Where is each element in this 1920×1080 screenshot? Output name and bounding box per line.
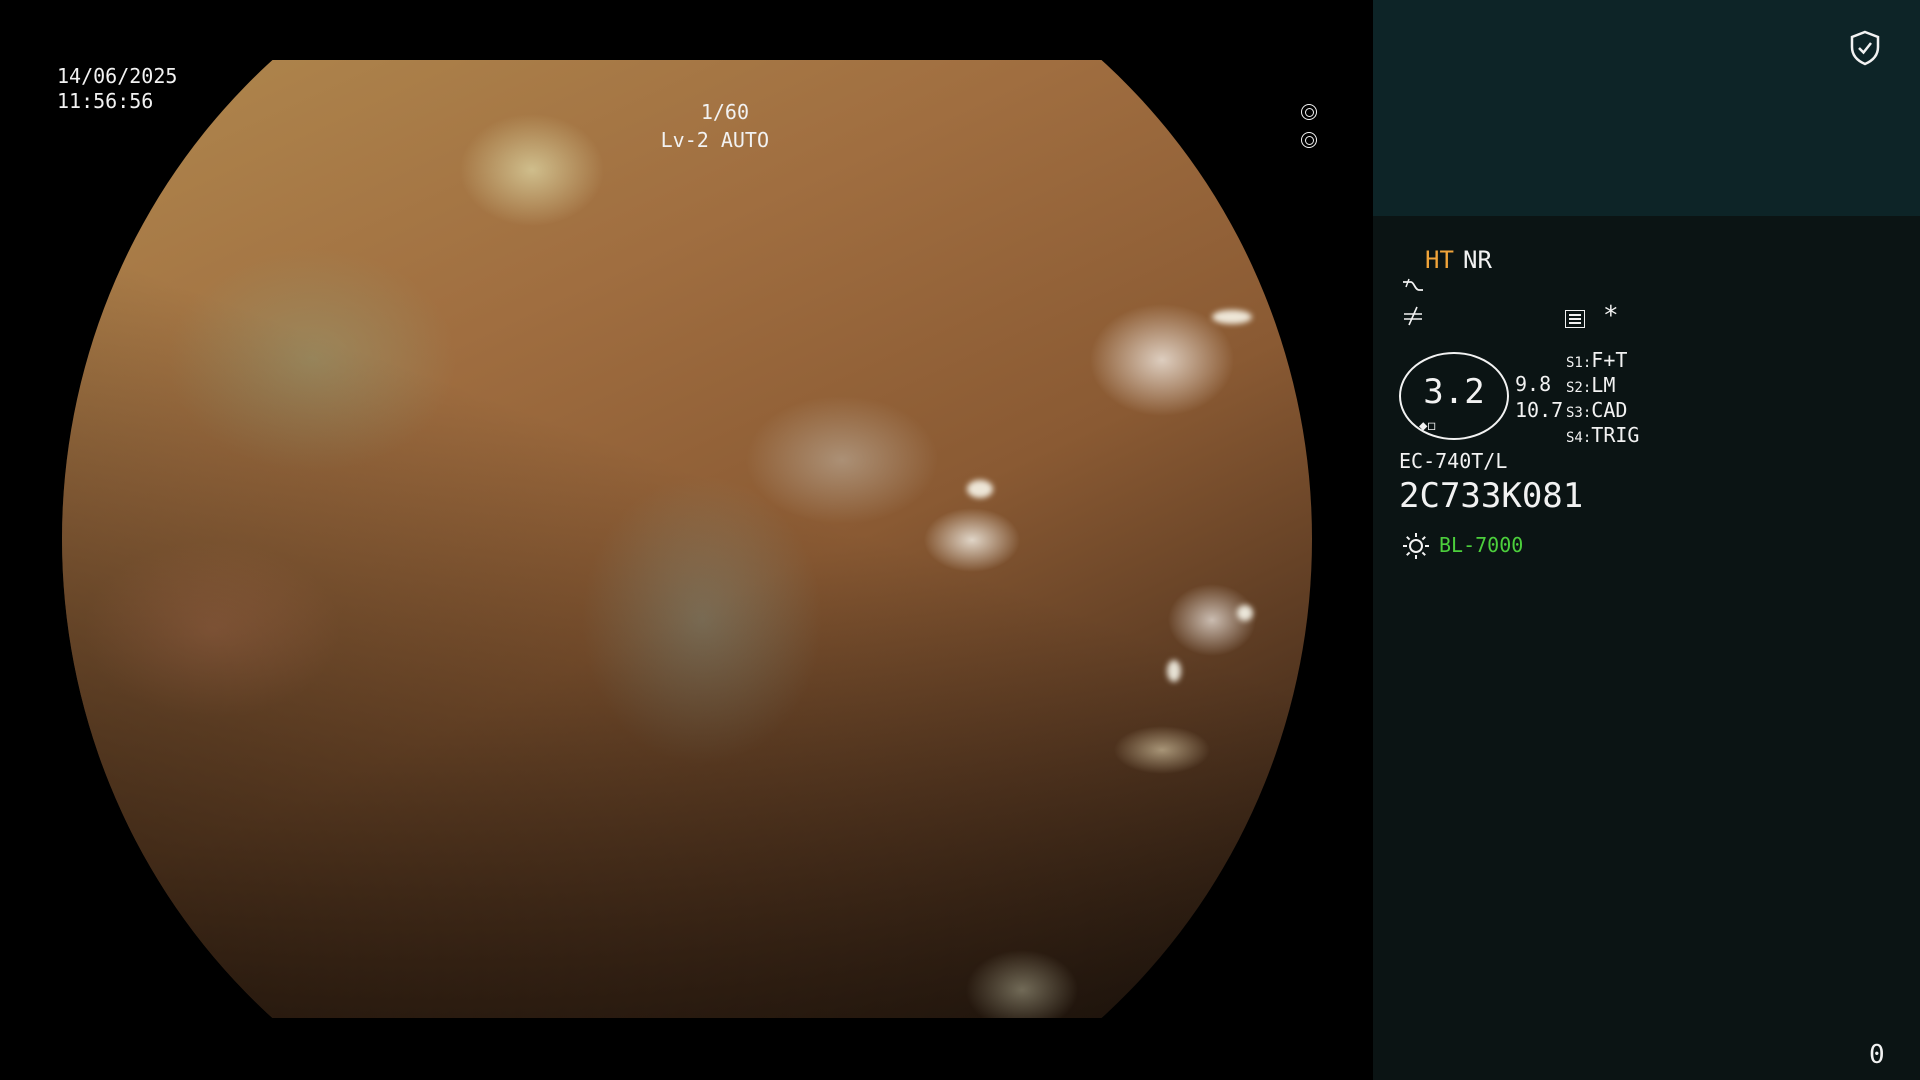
scope-model: EC-740T/L	[1399, 449, 1508, 473]
nr-mode-label: NR	[1463, 246, 1492, 274]
list-icon	[1565, 310, 1585, 328]
curve-icon	[1403, 278, 1423, 291]
sun-icon	[1403, 533, 1429, 559]
ht-mode-label: HT	[1425, 246, 1454, 274]
counter: 0	[1869, 1040, 1885, 1070]
shutter-readout: 1/60	[700, 100, 749, 124]
date-readout: 14/06/2025	[57, 64, 178, 88]
glint	[1167, 660, 1181, 682]
glint	[1237, 605, 1253, 621]
switch-key: S2:	[1566, 380, 1592, 396]
endoscope-screen: 14/06/2025 11:56:56 1/60 Lv-2 AUTO HT NR	[0, 0, 1920, 1080]
badge-marks-icon: ◆◻	[1419, 418, 1436, 434]
image-shadow	[62, 60, 1312, 1018]
zoom-value: 3.2	[1423, 372, 1485, 412]
light-source-label: BL-7000	[1439, 533, 1524, 557]
switch-2: S2:LM	[1566, 373, 1615, 400]
switch-1: S1:F+T	[1566, 348, 1627, 375]
endoscope-image	[62, 60, 1312, 1018]
shield-check-icon	[1850, 30, 1880, 66]
readout-b: 10.7	[1515, 398, 1564, 422]
not-equal-icon	[1404, 306, 1422, 326]
level-readout: Lv-2 AUTO	[660, 128, 769, 152]
switch-value: LM	[1591, 373, 1616, 397]
glint	[967, 480, 993, 498]
zoom-badge: 3.2 ◆◻	[1399, 352, 1509, 440]
asterisk-indicator: *	[1603, 301, 1619, 331]
info-panel: HT NR * 3.2 ◆◻ 9.8 10.7 S1:F+T S2:LM S3:…	[1373, 0, 1920, 1080]
switch-key: S4:	[1566, 430, 1592, 446]
panel-header	[1373, 0, 1920, 216]
switch-3: S3:CAD	[1566, 398, 1627, 425]
iris-icon	[1301, 132, 1317, 148]
time-readout: 11:56:56	[57, 89, 154, 113]
readout-a: 9.8	[1515, 372, 1552, 396]
aperture-icon	[1301, 104, 1317, 120]
switch-key: S3:	[1566, 405, 1592, 421]
switch-value: TRIG	[1591, 423, 1640, 447]
switch-key: S1:	[1566, 355, 1592, 371]
switch-4: S4:TRIG	[1566, 423, 1639, 450]
switch-value: F+T	[1591, 348, 1628, 372]
video-area: 14/06/2025 11:56:56 1/60 Lv-2 AUTO	[0, 0, 1373, 1080]
switch-value: CAD	[1591, 398, 1628, 422]
scope-serial: 2C733K081	[1399, 476, 1584, 516]
glint	[1212, 310, 1252, 324]
